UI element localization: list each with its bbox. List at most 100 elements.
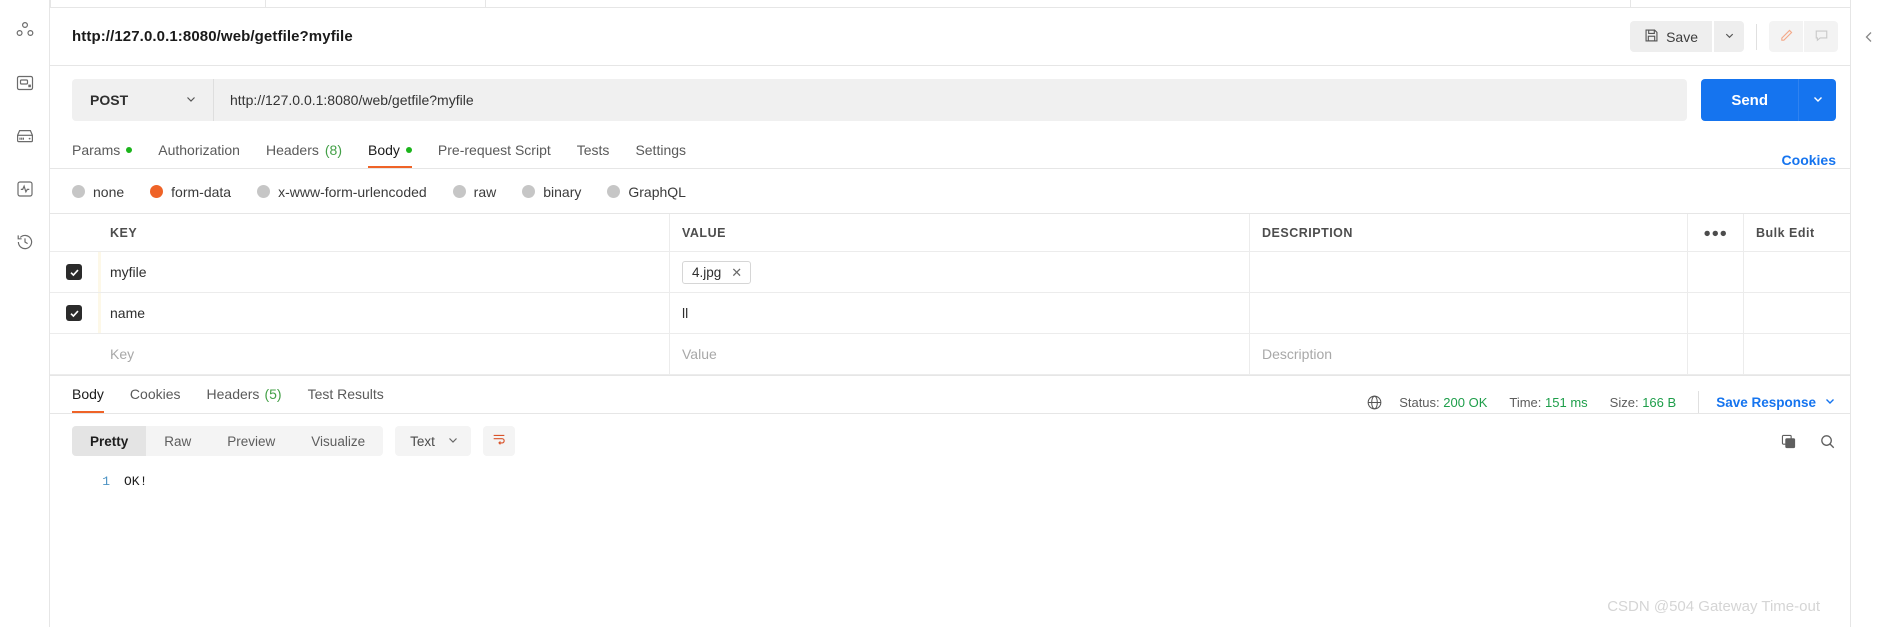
viewer-action-icons: [1780, 433, 1836, 450]
body-type-graphql-label: GraphQL: [628, 183, 686, 200]
row-checkbox[interactable]: [66, 305, 82, 321]
right-collapse-rail: [1850, 0, 1886, 627]
radio-icon: [452, 185, 466, 198]
view-mode-preview[interactable]: Preview: [209, 426, 293, 456]
modified-dot-icon: [126, 147, 133, 153]
response-tab-cookies[interactable]: Cookies: [130, 374, 181, 413]
save-response-button[interactable]: Save Response: [1716, 395, 1836, 410]
edit-request-button[interactable]: [1769, 21, 1803, 52]
left-icon-rail: [0, 0, 50, 627]
save-options-button[interactable]: [1714, 21, 1744, 52]
response-body-viewer[interactable]: 1 OK! CSDN @504 Gateway Time-out: [50, 466, 1850, 627]
history-icon[interactable]: [13, 230, 37, 254]
save-button[interactable]: Save: [1630, 21, 1712, 52]
tab-strip: [50, 0, 1850, 8]
row-value-file[interactable]: 4.jpg ✕: [670, 252, 1250, 292]
empty-row-description-input[interactable]: Description: [1250, 334, 1688, 374]
radio-icon: [257, 185, 271, 198]
view-mode-pretty[interactable]: Pretty: [72, 426, 147, 456]
http-method-select[interactable]: POST: [72, 79, 214, 121]
size-value: 166 B: [1642, 394, 1677, 410]
tab-authorization[interactable]: Authorization: [158, 132, 240, 168]
apis-icon[interactable]: [13, 71, 37, 95]
size-label: Size:: [1609, 394, 1639, 410]
empty-row-value-input[interactable]: Value: [670, 334, 1250, 374]
code-line: 1 OK!: [50, 472, 1850, 492]
row-value[interactable]: ll: [670, 293, 1250, 333]
comment-button[interactable]: [1804, 21, 1838, 52]
response-tab-headers-count: (5): [264, 385, 282, 402]
row-checkbox[interactable]: [66, 264, 82, 280]
tab-tests[interactable]: Tests: [577, 132, 610, 168]
body-type-graphql[interactable]: GraphQL: [607, 184, 686, 200]
chevron-down-icon: [447, 434, 459, 449]
row-options-spacer: [1688, 252, 1744, 292]
tab-headers[interactable]: Headers (8): [266, 132, 342, 168]
tab-settings[interactable]: Settings: [635, 132, 686, 168]
line-number: 1: [102, 474, 110, 489]
radio-icon: [522, 185, 536, 198]
line-content: OK!: [124, 474, 148, 489]
search-icon[interactable]: [1819, 433, 1836, 450]
format-select[interactable]: Text: [395, 426, 471, 456]
empty-row-key-input[interactable]: Key: [98, 334, 670, 374]
chevron-down-icon: [1724, 29, 1735, 44]
copy-icon[interactable]: [1780, 433, 1797, 450]
row-description[interactable]: [1250, 293, 1688, 333]
close-icon[interactable]: ✕: [731, 266, 742, 279]
response-tabs: Body Cookies Headers (5) Test Results St…: [50, 375, 1850, 414]
cookies-link[interactable]: Cookies: [1782, 152, 1836, 168]
body-type-binary[interactable]: binary: [522, 184, 581, 200]
view-mode-visualize[interactable]: Visualize: [293, 426, 383, 456]
more-options-icon[interactable]: ●●●: [1688, 214, 1744, 251]
body-type-none[interactable]: none: [72, 184, 124, 200]
body-type-form-data-label: form-data: [171, 183, 232, 200]
page-title: http://127.0.0.1:8080/web/getfile?myfile: [72, 28, 353, 45]
body-type-x-www-form-urlencoded-label: x-www-form-urlencoded: [278, 183, 427, 200]
row-bulk-spacer: [1744, 293, 1850, 333]
header-check-cell: [50, 214, 98, 251]
environments-icon[interactable]: [13, 124, 37, 148]
bulk-edit-button[interactable]: Bulk Edit: [1744, 214, 1850, 251]
chevron-down-icon: [1824, 395, 1836, 410]
chevron-left-icon[interactable]: [1862, 30, 1876, 627]
view-mode-segmented: Pretty Raw Preview Visualize: [72, 426, 384, 456]
send-group: Send: [1701, 79, 1836, 121]
body-type-raw-label: raw: [473, 183, 497, 200]
response-tab-test-results-label: Test Results: [307, 385, 384, 402]
view-mode-raw[interactable]: Raw: [146, 426, 209, 456]
row-key[interactable]: name: [98, 293, 670, 333]
status-value: 200 OK: [1443, 394, 1488, 410]
tab-params[interactable]: Params: [72, 132, 133, 168]
body-type-binary-label: binary: [543, 183, 582, 200]
tab-body-label: Body: [368, 142, 400, 158]
send-options-button[interactable]: [1798, 79, 1836, 121]
row-key[interactable]: myfile: [98, 252, 670, 292]
monitors-icon[interactable]: [13, 177, 37, 201]
status-label: Status:: [1399, 394, 1440, 410]
tab-tests-label: Tests: [576, 142, 610, 158]
tab-pre-request-script[interactable]: Pre-request Script: [438, 132, 551, 168]
http-method-value: POST: [90, 92, 129, 108]
send-button[interactable]: Send: [1701, 79, 1798, 121]
globe-icon[interactable]: [1366, 394, 1383, 411]
time-badge: Time: 151 ms: [1509, 395, 1587, 410]
tab-body[interactable]: Body: [368, 132, 412, 168]
body-type-form-data[interactable]: form-data: [150, 184, 231, 200]
response-tab-body[interactable]: Body: [72, 374, 104, 413]
radio-icon: [72, 185, 85, 198]
body-type-raw[interactable]: raw: [452, 183, 497, 200]
row-description[interactable]: [1250, 252, 1688, 292]
table-header-row: KEY VALUE DESCRIPTION ●●● Bulk Edit: [50, 214, 1850, 252]
tab-headers-count: (8): [324, 142, 342, 158]
response-meta: Status: 200 OK Time: 151 ms Size: 166 B …: [1366, 391, 1836, 413]
table-row: name ll: [50, 293, 1850, 334]
body-type-radios: none form-data x-www-form-urlencoded raw…: [50, 169, 1850, 213]
time-label: Time:: [1509, 394, 1542, 410]
response-tab-test-results[interactable]: Test Results: [308, 374, 384, 413]
word-wrap-button[interactable]: [482, 426, 515, 456]
url-input[interactable]: [214, 79, 1688, 121]
response-tab-headers[interactable]: Headers (5): [207, 374, 282, 413]
collections-icon[interactable]: [13, 18, 37, 42]
body-type-x-www-form-urlencoded[interactable]: x-www-form-urlencoded: [257, 184, 427, 200]
